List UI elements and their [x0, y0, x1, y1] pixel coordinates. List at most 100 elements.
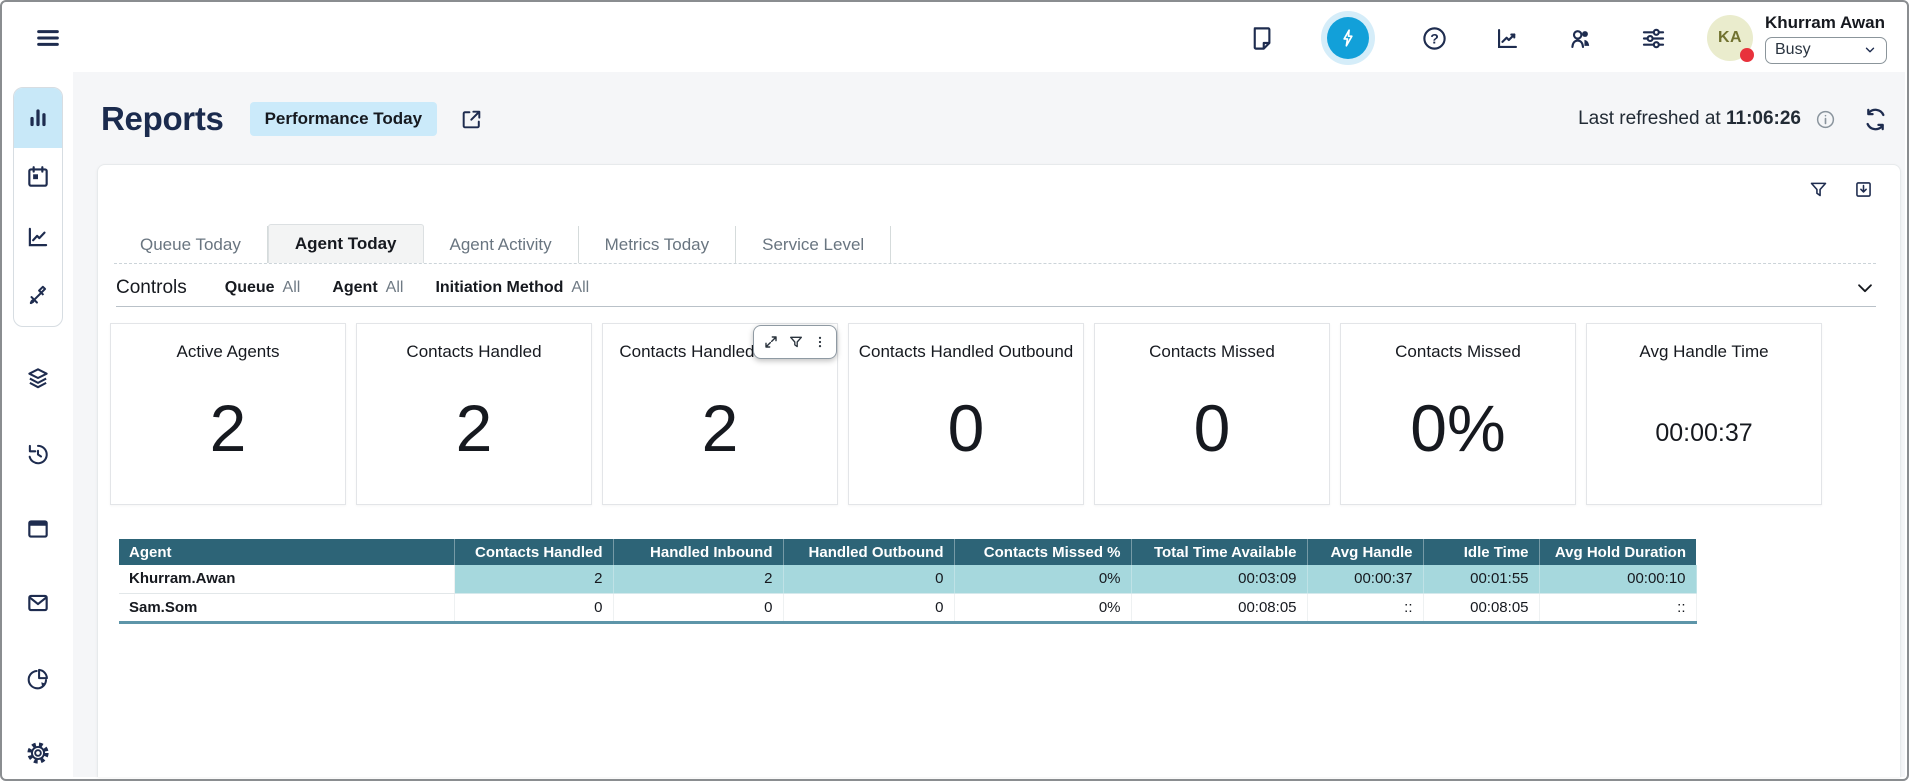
- metric-card-avg-handle-time[interactable]: Avg Handle Time 00:00:37: [1586, 323, 1822, 505]
- flash-icon-circle: [1327, 17, 1369, 59]
- visual-filter-icon[interactable]: [788, 334, 804, 350]
- metric-value: 2: [111, 392, 345, 465]
- column-header-avg-handle[interactable]: Avg Handle: [1307, 539, 1423, 565]
- flash-icon[interactable]: [1321, 11, 1375, 65]
- metric-label: Contacts Handled: [357, 342, 591, 362]
- layers-icon: [25, 365, 51, 391]
- controls-collapse-chevron-icon[interactable]: [1854, 277, 1876, 299]
- contacts-icon[interactable]: [1567, 25, 1594, 52]
- metric-card-contacts-handled[interactable]: Contacts Handled 2: [356, 323, 592, 505]
- chevron-down-icon: [1863, 43, 1877, 57]
- status-select[interactable]: Busy: [1765, 37, 1887, 64]
- filter-icon[interactable]: [1808, 179, 1829, 200]
- download-icon[interactable]: [1853, 179, 1874, 200]
- metric-card-contacts-missed[interactable]: Contacts Missed 0: [1094, 323, 1330, 505]
- table-cell: 2: [454, 565, 613, 593]
- metrics-icon[interactable]: [1494, 25, 1521, 52]
- sidebar-item-calendar[interactable]: [14, 148, 62, 208]
- topbar: ? KA Khurram Awan Busy: [4, 4, 1905, 72]
- metric-label: Active Agents: [111, 342, 345, 362]
- metric-card-active-agents[interactable]: Active Agents 2: [110, 323, 346, 505]
- external-link-icon[interactable]: [459, 107, 484, 132]
- agent-name-cell: Sam.Som: [119, 593, 454, 622]
- table-cell: 0: [783, 593, 954, 622]
- last-refreshed-label: Last refreshed at: [1578, 108, 1726, 129]
- tab-strip: Queue Today Agent Today Agent Activity M…: [114, 226, 1876, 264]
- sidebar-item-bar-chart[interactable]: [14, 88, 62, 148]
- filter-name: Agent: [332, 279, 377, 297]
- last-refreshed-time: 11:06:26: [1726, 108, 1801, 129]
- column-header-avg-hold-duration[interactable]: Avg Hold Duration: [1539, 539, 1696, 565]
- notes-icon[interactable]: [1248, 25, 1275, 52]
- filter-value: All: [386, 279, 404, 297]
- table-cell: 0%: [954, 593, 1131, 622]
- tab-agent-activity[interactable]: Agent Activity: [424, 226, 579, 263]
- metric-cards: Active Agents 2 Contacts Handled 2 Conta…: [110, 323, 1822, 505]
- table-header-row: Agent Contacts Handled Handled Inbound H…: [119, 539, 1696, 565]
- avatar[interactable]: KA: [1707, 15, 1753, 61]
- sidebar-item-layers[interactable]: [25, 365, 51, 391]
- sidebar-item-pie[interactable]: [25, 666, 51, 692]
- table-cell: 00:00:10: [1539, 565, 1696, 593]
- filter-queue[interactable]: Queue All: [225, 279, 301, 297]
- refresh-icon[interactable]: [1862, 106, 1889, 133]
- sidebar-item-settings[interactable]: [25, 740, 51, 766]
- column-header-idle-time[interactable]: Idle Time: [1423, 539, 1539, 565]
- filter-name: Initiation Method: [435, 279, 563, 297]
- sidebar-item-browser[interactable]: [25, 516, 51, 542]
- app-window: ? KA Khurram Awan Busy: [0, 0, 1909, 781]
- main-area: Reports Performance Today Last refreshed…: [73, 72, 1905, 777]
- history-icon: [25, 441, 51, 467]
- column-header-handled-inbound[interactable]: Handled Inbound: [613, 539, 783, 565]
- agent-name-cell: Khurram.Awan: [119, 565, 454, 593]
- performance-today-badge[interactable]: Performance Today: [250, 102, 437, 136]
- column-header-handled-outbound[interactable]: Handled Outbound: [783, 539, 954, 565]
- table-cell: 2: [613, 565, 783, 593]
- column-header-contacts-handled[interactable]: Contacts Handled: [454, 539, 613, 565]
- column-header-contacts-missed-pct[interactable]: Contacts Missed %: [954, 539, 1131, 565]
- settings-gear-icon: [25, 740, 51, 766]
- expand-icon[interactable]: [763, 334, 779, 350]
- sidebar-item-mail[interactable]: [25, 590, 51, 616]
- filter-value: All: [283, 279, 301, 297]
- line-chart-icon: [25, 224, 51, 250]
- table-row[interactable]: Khurram.Awan 2 2 0 0% 00:03:09 00:00:37 …: [119, 565, 1696, 593]
- help-icon[interactable]: ?: [1421, 25, 1448, 52]
- column-header-total-time-available[interactable]: Total Time Available: [1131, 539, 1307, 565]
- tab-queue-today[interactable]: Queue Today: [114, 226, 268, 263]
- table-row[interactable]: Sam.Som 0 0 0 0% 00:08:05 :: 00:08:05 ::: [119, 593, 1696, 622]
- sidebar: [4, 72, 73, 777]
- page-title: Reports: [101, 100, 224, 138]
- info-icon[interactable]: [1815, 109, 1836, 130]
- controls-title: Controls: [116, 277, 187, 299]
- preferences-icon[interactable]: [1640, 25, 1667, 52]
- filter-initiation-method[interactable]: Initiation Method All: [435, 279, 589, 297]
- hamburger-menu-icon[interactable]: [34, 24, 62, 52]
- tab-agent-today[interactable]: Agent Today: [268, 224, 424, 263]
- tab-metrics-today[interactable]: Metrics Today: [579, 226, 737, 263]
- metric-value: 0%: [1341, 392, 1575, 465]
- kebab-menu-icon[interactable]: [813, 334, 827, 350]
- sidebar-report-group: [13, 87, 63, 327]
- metric-label: Contacts Missed: [1341, 342, 1575, 362]
- table-cell: 0: [454, 593, 613, 622]
- sidebar-item-history[interactable]: [25, 441, 51, 467]
- sidebar-item-line-chart[interactable]: [14, 207, 62, 267]
- table-cell: 0%: [954, 565, 1131, 593]
- table-cell: 00:00:37: [1307, 565, 1423, 593]
- status-dot: [1740, 48, 1754, 62]
- page-header: Reports Performance Today Last refreshed…: [101, 96, 1889, 142]
- filter-agent[interactable]: Agent All: [332, 279, 403, 297]
- dashboard-card: Queue Today Agent Today Agent Activity M…: [97, 164, 1901, 777]
- column-header-agent[interactable]: Agent: [119, 539, 454, 565]
- metric-card-contacts-handled-outbound[interactable]: Contacts Handled Outbound 0: [848, 323, 1084, 505]
- metric-card-contacts-missed-pct[interactable]: Contacts Missed 0%: [1340, 323, 1576, 505]
- table-cell: ::: [1307, 593, 1423, 622]
- tab-label: Queue Today: [140, 235, 241, 255]
- sidebar-item-design[interactable]: [14, 267, 62, 327]
- last-refreshed-text: Last refreshed at 11:06:26: [1578, 108, 1801, 130]
- metric-label: Avg Handle Time: [1587, 342, 1821, 362]
- tab-service-level[interactable]: Service Level: [736, 226, 891, 263]
- agents-table: Agent Contacts Handled Handled Inbound H…: [119, 539, 1697, 624]
- table-cell: 0: [613, 593, 783, 622]
